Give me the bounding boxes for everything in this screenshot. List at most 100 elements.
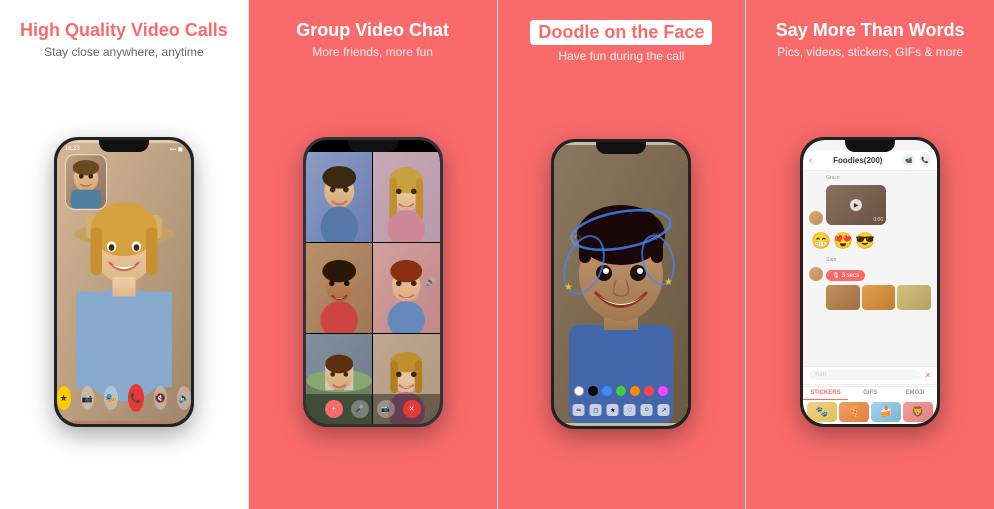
color-purple[interactable] xyxy=(658,386,668,396)
chat-input-row: Yum ✕ xyxy=(803,367,937,383)
eraser-icon[interactable]: ◻ xyxy=(590,404,602,416)
voice-icon: 🎙 xyxy=(832,272,840,279)
panel2-phone-wrapper: 🔊 + 🎤 📷 ✕ xyxy=(303,71,443,493)
voice-call-icon[interactable]: 📞 xyxy=(919,154,931,166)
svg-text:★: ★ xyxy=(664,277,673,288)
panel-video-calls: High Quality Video Calls Stay close anyw… xyxy=(0,0,248,509)
sender-name-label-2: Sam xyxy=(826,257,931,263)
group-cell-2 xyxy=(373,152,440,242)
sender-avatar-2 xyxy=(809,267,823,281)
group-person-1 xyxy=(306,152,373,242)
group-controls-bar: + 🎤 📷 ✕ xyxy=(306,394,440,424)
media-message-bubble: ▶ 0:06 xyxy=(826,185,886,225)
svg-text:♡: ♡ xyxy=(652,232,661,243)
panel-say-more: Say More Than Words Pics, videos, sticke… xyxy=(746,0,994,509)
doodle-person-bg: ♡ ♡ ★ ★ xyxy=(554,142,688,426)
panel1-subtitle: Stay close anywhere, anytime xyxy=(44,45,203,59)
tab-gifs[interactable]: GIFS xyxy=(848,387,893,400)
emoji-message-row: 😁 😍 😎 xyxy=(809,229,931,253)
chat-header: ‹ Foodies(200) 📹 📞 xyxy=(803,150,937,171)
close-button[interactable]: ✕ xyxy=(924,371,931,380)
media-message-row: ▶ 0:06 xyxy=(809,185,931,225)
tab-emoji[interactable]: EMOJI xyxy=(892,387,937,400)
call-controls: ★ 📷 🎭 📞 🔇 🔊 xyxy=(57,384,191,412)
small-video-svg xyxy=(66,155,106,209)
sticker-1[interactable]: 🐾 xyxy=(807,402,837,422)
mute-button[interactable]: 🔇 xyxy=(154,386,168,410)
chat-footer: Yum ✕ STICKERS GIFS EMOJI 🐾 🍕 🍰 🦁 xyxy=(803,366,937,424)
sticker-4[interactable]: 🦁 xyxy=(903,402,933,422)
food-img-1 xyxy=(826,285,860,310)
panel3-title: Doodle on the Face xyxy=(530,20,712,45)
camera-button[interactable]: 📷 xyxy=(81,386,95,410)
panel3-screen: ♡ ♡ ★ ★ xyxy=(554,142,688,426)
panel2-phone: 🔊 + 🎤 📷 ✕ xyxy=(303,137,443,427)
group-add-btn[interactable]: + xyxy=(325,400,343,418)
doodle-face-svg: ♡ ♡ ★ ★ xyxy=(554,142,688,426)
star-button[interactable]: ★ xyxy=(57,386,71,410)
face-filter-icon[interactable]: ☺ xyxy=(641,404,653,416)
chat-header-icons: 📹 📞 xyxy=(903,154,931,166)
voice-duration: 3 secs xyxy=(842,273,859,279)
video-call-icon[interactable]: 📹 xyxy=(903,154,915,166)
panel4-phone-wrapper: ‹ Foodies(200) 📹 📞 Grace ▶ xyxy=(800,71,940,493)
brush-icon[interactable]: ✏ xyxy=(573,404,585,416)
food-images-strip xyxy=(826,285,931,310)
end-call-button[interactable]: 📞 xyxy=(128,384,144,412)
play-button[interactable]: ▶ xyxy=(850,199,862,211)
time-display: 16:23 xyxy=(65,146,80,153)
sticker-2[interactable]: 🍕 xyxy=(839,402,869,422)
heart-icon[interactable]: ♡ xyxy=(624,404,636,416)
panel1-phone-wrapper: 16:23 ▪▪▪ ◼ ★ 📷 🎭 📞 🔇 🔊 xyxy=(54,71,194,493)
voice-message-bubble: 🎙 3 secs xyxy=(826,270,865,281)
sender-name-label: Grace xyxy=(826,175,931,181)
share-icon[interactable]: ↗ xyxy=(658,404,670,416)
emoji-sunglasses: 😎 xyxy=(855,231,875,251)
panel2-screen: 🔊 + 🎤 📷 ✕ xyxy=(306,140,440,424)
effects-button[interactable]: 🎭 xyxy=(104,386,118,410)
small-video-preview xyxy=(65,154,107,210)
footer-divider xyxy=(803,384,937,385)
color-black[interactable] xyxy=(588,386,598,396)
panel1-screen: 16:23 ▪▪▪ ◼ ★ 📷 🎭 📞 🔇 🔊 xyxy=(57,140,191,424)
color-red[interactable] xyxy=(644,386,654,396)
phone-notch xyxy=(99,140,149,152)
chat-group-name: Foodies(200) xyxy=(833,156,882,165)
color-blue[interactable] xyxy=(602,386,612,396)
panel4-title: Say More Than Words xyxy=(776,20,965,41)
panel4-screen: ‹ Foodies(200) 📹 📞 Grace ▶ xyxy=(803,140,937,424)
group-cam-btn[interactable]: 📷 xyxy=(377,400,395,418)
group-person-3 xyxy=(306,243,373,333)
panel1-phone: 16:23 ▪▪▪ ◼ ★ 📷 🎭 📞 🔇 🔊 xyxy=(54,137,194,427)
panel-group-chat: Group Video Chat More friends, more fun xyxy=(249,0,497,509)
panel1-title: High Quality Video Calls xyxy=(20,20,228,41)
phone-notch-2 xyxy=(348,140,398,152)
color-green[interactable] xyxy=(616,386,626,396)
chat-messages-area: Grace ▶ 0:06 😁 😍 😎 xyxy=(803,171,937,366)
color-orange[interactable] xyxy=(630,386,640,396)
svg-text:★: ★ xyxy=(564,282,573,293)
signal-icons: ▪▪▪ ◼ xyxy=(170,146,183,153)
group-person-2 xyxy=(373,152,440,242)
tab-stickers[interactable]: STICKERS xyxy=(803,387,848,400)
doodle-tool-icons: ✏ ◻ ★ ♡ ☺ ↗ xyxy=(573,404,670,416)
back-button[interactable]: ‹ xyxy=(809,155,812,166)
chat-input[interactable]: Yum xyxy=(809,370,921,380)
group-end-btn[interactable]: ✕ xyxy=(403,400,421,418)
chat-tabs: STICKERS GIFS EMOJI xyxy=(803,386,937,400)
group-person-4 xyxy=(373,243,440,333)
food-img-3 xyxy=(897,285,931,310)
sticker-doodle-icon[interactable]: ★ xyxy=(607,404,619,416)
color-palette xyxy=(574,386,668,396)
sticker-3[interactable]: 🍰 xyxy=(871,402,901,422)
color-white[interactable] xyxy=(574,386,584,396)
panel4-subtitle: Pics, videos, stickers, GIFs & more xyxy=(777,45,963,59)
emoji-grin: 😁 xyxy=(811,231,831,251)
panel3-phone-wrapper: ♡ ♡ ★ ★ xyxy=(551,75,691,493)
phone-notch-3 xyxy=(596,142,646,154)
group-mic-btn[interactable]: 🎤 xyxy=(351,400,369,418)
panel4-phone: ‹ Foodies(200) 📹 📞 Grace ▶ xyxy=(800,137,940,427)
speaker-button[interactable]: 🔊 xyxy=(177,386,191,410)
panel2-title: Group Video Chat xyxy=(296,20,449,41)
group-cell-3 xyxy=(306,243,373,333)
